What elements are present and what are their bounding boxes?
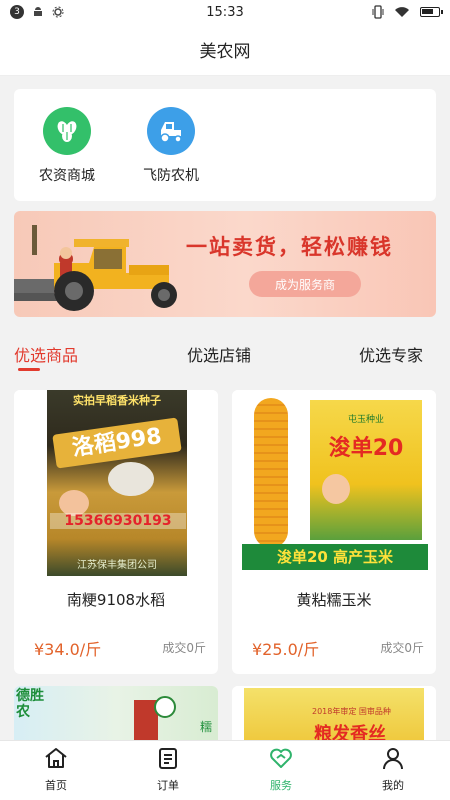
product-image-top-text: 2018年审定 国审品种 [312,707,391,716]
nav-profile[interactable]: 我的 [358,746,428,793]
order-icon [159,748,177,769]
page-title: 美农网 [0,24,450,76]
product-image-side-text: 德胜农 [16,688,44,720]
tractor-illustration [14,225,177,311]
nav-orders[interactable]: 订单 [133,746,203,793]
nav-label: 服务 [270,779,292,792]
product-image: 德胜农 糯 [14,686,218,746]
status-time: 15:33 [206,4,244,20]
product-sold-count: 成交0斤 [162,641,206,655]
tab-featured-shops[interactable]: 优选店铺 [187,342,251,366]
entry-flying-machinery[interactable]: 飞防农机 [126,107,216,185]
notification-count-badge: 3 [10,5,24,19]
become-provider-button[interactable]: 成为服务商 [249,271,361,297]
product-card[interactable]: 德胜农 糯 [14,686,218,746]
product-image-phone-text: 15366930193 [50,513,186,529]
product-image-caption: 浚单20 高产玉米 [242,544,428,570]
nav-label: 首页 [45,779,67,792]
product-card[interactable]: 2018年审定 国审品种 粮发香丝 [232,686,436,746]
product-price: ¥34.0/斤 [34,640,102,659]
product-image: 2018年审定 国审品种 粮发香丝 [232,686,436,746]
nav-label: 订单 [157,779,179,792]
product-image-brand-text: 浚单20 [328,436,404,461]
settings-gear-icon [52,6,64,18]
product-image: 实拍早稻香米种子 洛稻998 15366930193 江苏保丰集团公司 [14,390,218,576]
entry-label: 农资商城 [39,168,95,184]
service-entry-card: 农资商城 飞防农机 [14,89,436,201]
service-heart-icon [270,748,292,768]
nav-service[interactable]: 服务 [246,746,316,793]
product-price: ¥25.0/斤 [252,640,320,659]
tab-featured-experts[interactable]: 优选专家 [359,342,423,366]
active-tab-indicator [18,368,40,371]
tab-featured-products[interactable]: 优选商品 [14,342,78,366]
wifi-icon [395,7,409,17]
status-bar: 3 15:33 [0,0,450,24]
entry-agri-mall[interactable]: 农资商城 [22,107,112,185]
nav-label: 我的 [382,779,404,792]
bottom-navigation: 首页 订单 服务 我的 [0,740,450,800]
promo-banner[interactable]: 一站卖货，轻松赚钱 成为服务商 [14,211,436,317]
tractor-icon [147,107,195,155]
seed-icon [43,107,91,155]
page-title-text: 美农网 [199,42,251,62]
product-image-footer-text: 江苏保丰集团公司 [77,560,157,571]
vibrate-icon [372,5,384,19]
battery-icon [420,7,443,17]
product-name: 黄粘糯玉米 [296,591,372,609]
product-image-top-text: 屯玉种业 [347,415,384,425]
home-icon [45,748,67,768]
nav-home[interactable]: 首页 [21,746,91,793]
profile-icon [383,748,403,770]
entry-label: 飞防农机 [143,168,199,184]
product-card[interactable]: 屯玉种业 浚单20 浚单20 高产玉米 黄粘糯玉米 ¥25.0/斤 成交0斤 [232,390,436,674]
banner-slogan: 一站卖货，轻松赚钱 [186,234,393,259]
product-card[interactable]: 实拍早稻香米种子 洛稻998 15366930193 江苏保丰集团公司 南粳91… [14,390,218,674]
product-image-banner-text: 实拍早稻香米种子 [73,394,161,407]
product-sold-count: 成交0斤 [380,641,424,655]
category-tabs: 优选商品 优选店铺 优选专家 [0,332,450,372]
android-icon [34,7,42,16]
product-name: 南粳9108水稻 [66,591,166,609]
product-image: 屯玉种业 浚单20 浚单20 高产玉米 [232,390,436,576]
product-image-tag: 糯 [200,720,213,734]
